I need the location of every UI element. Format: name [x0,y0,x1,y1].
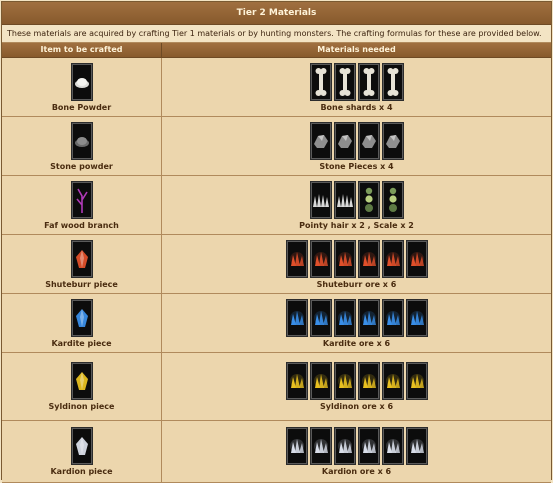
kardion-ore-icon [381,427,404,465]
item-cell: Shuteburr piece [2,235,162,293]
item-cell: Faf wood branch [2,176,162,234]
bone-powder-icon [70,62,93,101]
bone-icon [357,62,380,101]
item-name: Faf wood branch [44,220,119,230]
table-row: Faf wood branch Pointy hair x 2 , Scale x… [2,176,551,235]
materials-table: Tier 2 Materials These materials are acq… [1,1,552,483]
material-icons [285,362,428,400]
kardite-piece-icon [70,298,93,337]
kardion-ore-icon [309,427,332,465]
materials-cell: Shuteburr ore x 6 [162,235,551,293]
material-icons [285,427,428,465]
materials-cell: Pointy hair x 2 , Scale x 2 [162,176,551,234]
material-icons [285,298,428,337]
stone-icon [381,121,404,160]
item-name: Shuteburr piece [45,279,118,289]
syldinon-piece-icon [70,362,93,400]
kardite-ore-icon [333,298,356,337]
table-row: Shuteburr piece Shuteburr ore x 6 [2,235,551,294]
page-title: Tier 2 Materials [2,2,551,25]
materials-label: Pointy hair x 2 , Scale x 2 [299,220,414,230]
materials-cell: Kardion ore x 6 [162,421,551,482]
wood-branch-icon [70,180,93,219]
item-name: Bone Powder [51,102,112,112]
syldinon-ore-icon [333,362,356,400]
kardion-ore-icon [285,427,308,465]
shuteburr-ore-icon [285,239,308,278]
stone-icon [333,121,356,160]
kardite-ore-icon [357,298,380,337]
shuteburr-ore-icon [333,239,356,278]
material-icons [309,121,404,160]
bone-icon [381,62,404,101]
materials-label: Shuteburr ore x 6 [316,279,397,289]
item-cell: Syldinon piece [2,353,162,420]
shuteburr-ore-icon [309,239,332,278]
item-name: Stone powder [50,161,113,171]
materials-label: Kardite ore x 6 [322,338,391,348]
column-header-item: Item to be crafted [2,43,162,57]
shuteburr-ore-icon [357,239,380,278]
stone-powder-icon [70,121,93,160]
item-cell: Stone powder [2,117,162,175]
materials-cell: Stone Pieces x 4 [162,117,551,175]
item-name: Kardion piece [50,467,113,476]
table-header: Item to be crafted Materials needed [2,43,551,58]
bone-icon [333,62,356,101]
kardite-ore-icon [381,298,404,337]
stone-icon [357,121,380,160]
table-body: Bone Powder Bone shards x 4 Stone powder St… [2,58,551,483]
kardion-ore-icon [405,427,428,465]
item-cell: Kardite piece [2,294,162,352]
bone-icon [309,62,332,101]
materials-label: Kardion ore x 6 [321,467,392,476]
materials-label: Bone shards x 4 [320,102,393,112]
table-row: Syldinon piece Syldinon ore x 6 [2,353,551,421]
kardion-ore-icon [357,427,380,465]
item-name: Kardite piece [51,338,112,348]
material-icons [285,239,428,278]
syldinon-ore-icon [357,362,380,400]
table-row: Bone Powder Bone shards x 4 [2,58,551,117]
syldinon-ore-icon [309,362,332,400]
kardion-ore-icon [333,427,356,465]
table-row: Kardite piece Kardite ore x 6 [2,294,551,353]
kardite-ore-icon [405,298,428,337]
syldinon-ore-icon [285,362,308,400]
column-header-materials: Materials needed [317,45,396,54]
material-icons [309,180,404,219]
table-description: These materials are acquired by crafting… [2,25,551,43]
table-row: Kardion piece Kardion ore x 6 [2,421,551,483]
pointy-hair-icon [309,180,332,219]
kardion-piece-icon [70,427,93,465]
shuteburr-ore-icon [405,239,428,278]
pointy-hair-icon [333,180,356,219]
item-cell: Bone Powder [2,58,162,116]
table-row: Stone powder Stone Pieces x 4 [2,117,551,176]
material-icons [309,62,404,101]
syldinon-ore-icon [381,362,404,400]
shuteburr-piece-icon [70,239,93,278]
scale-icon [381,180,404,219]
syldinon-ore-icon [405,362,428,400]
stone-icon [309,121,332,160]
materials-label: Stone Pieces x 4 [319,161,394,171]
materials-cell: Bone shards x 4 [162,58,551,116]
kardite-ore-icon [285,298,308,337]
materials-label: Syldinon ore x 6 [319,402,394,411]
materials-cell: Kardite ore x 6 [162,294,551,352]
item-name: Syldinon piece [48,402,115,411]
materials-cell: Syldinon ore x 6 [162,353,551,420]
scale-icon [357,180,380,219]
shuteburr-ore-icon [381,239,404,278]
item-cell: Kardion piece [2,421,162,482]
kardite-ore-icon [309,298,332,337]
